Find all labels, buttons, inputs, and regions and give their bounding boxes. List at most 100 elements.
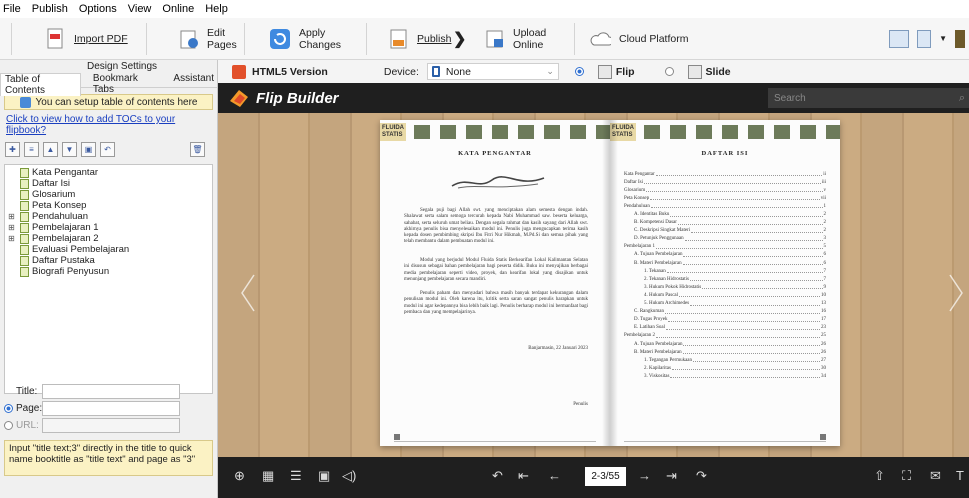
flip-label[interactable]: Flip	[616, 66, 635, 78]
daftar-isi-row[interactable]: Peta Konsep vii	[624, 194, 826, 202]
forward-icon[interactable]: ↷	[696, 468, 707, 484]
toc-tree-item[interactable]: Evaluasi Pembelajaran	[7, 244, 212, 255]
daftar-isi-row[interactable]: D. Tugas Proyek 17	[624, 316, 826, 324]
toc-tree-item[interactable]: Daftar Pustaka	[7, 255, 212, 266]
search-icon[interactable]: ⌕	[959, 92, 965, 105]
apply-changes-button[interactable]: Apply Changes	[245, 22, 367, 55]
daftar-isi-page: 23	[821, 325, 826, 331]
device-select[interactable]: None ⌄	[426, 63, 559, 80]
flipbook-search[interactable]: Search ⌕	[768, 88, 969, 108]
last-page-icon[interactable]: ⇥	[666, 468, 677, 484]
daftar-isi-row[interactable]: Daftar Isi iii	[624, 178, 826, 186]
toc-tree-item[interactable]: ⊞ Pembelajaran 2	[7, 233, 212, 244]
back-to-start-icon[interactable]: ⇤	[518, 468, 529, 484]
indent-icon[interactable]: ≡	[24, 142, 39, 157]
import-pdf-button[interactable]: Import PDF	[12, 22, 147, 55]
text-icon[interactable]: T	[956, 468, 964, 483]
upload-online-button[interactable]: Upload Online	[477, 22, 575, 55]
flip-radio[interactable]	[574, 67, 584, 76]
slide-radio[interactable]	[664, 67, 674, 76]
open-book[interactable]: FLUIDA STATIS KATA PENGANTAR Segala puji…	[380, 120, 840, 446]
expand-icon[interactable]: ⊞	[7, 223, 16, 232]
daftar-isi-row[interactable]: A. Identitas Buku 2	[624, 210, 826, 218]
daftar-isi-row[interactable]: 1. Tegangan Permukaan 27	[624, 356, 826, 364]
toc-tree-item[interactable]: Glosarium	[7, 189, 212, 200]
title-input[interactable]	[42, 384, 180, 399]
sound-icon[interactable]: ◁)	[342, 468, 356, 484]
move-down-icon[interactable]: ▼	[62, 142, 77, 157]
publish-button[interactable]: Publish	[367, 23, 453, 55]
delete-icon[interactable]: 🗑	[190, 142, 205, 157]
daftar-isi-row[interactable]: 2. Tekanan Hidrostatis 7	[624, 275, 826, 283]
daftar-isi-row[interactable]: B. Kompetensi Dasar 2	[624, 219, 826, 227]
monitor-view-icon[interactable]	[889, 29, 910, 48]
menu-view[interactable]: View	[128, 3, 152, 15]
first-page-icon[interactable]: ↶	[492, 468, 503, 484]
cloud-platform-button[interactable]: Cloud Platform	[575, 23, 696, 55]
menu-publish[interactable]: Publish	[32, 3, 68, 15]
daftar-isi-row[interactable]: 5. Hukum Archimedes 13	[624, 300, 826, 308]
page-indicator[interactable]: 2-3/55	[585, 467, 626, 486]
menu-help[interactable]: Help	[205, 3, 228, 15]
daftar-isi-row[interactable]: 3. Hukum Pokok Hidrostatis 9	[624, 283, 826, 291]
toc-tree[interactable]: Kata Pengantar Daftar Isi Glosarium Peta Ko…	[4, 164, 213, 394]
fullscreen-icon[interactable]: ⛶	[902, 468, 911, 484]
previous-page-icon[interactable]: ←	[548, 468, 561, 483]
email-icon[interactable]: ✉	[930, 468, 941, 484]
tab-table-of-contents[interactable]: Table of Contents	[0, 73, 81, 96]
daftar-isi-row[interactable]: D. Petunjuk Penggunaan 3	[624, 235, 826, 243]
daftar-isi-row[interactable]: Pembelajaran 1 5	[624, 243, 826, 251]
add-icon[interactable]: ✚	[5, 142, 20, 157]
tab-bookmark-tabs[interactable]: Bookmark Tabs	[89, 73, 160, 96]
url-input[interactable]	[42, 418, 180, 433]
prev-page-arrow-icon[interactable]	[238, 273, 258, 313]
slide-label[interactable]: Slide	[706, 66, 731, 78]
next-page-arrow-icon[interactable]	[946, 273, 966, 313]
daftar-isi-row[interactable]: C. Rangkuman 16	[624, 308, 826, 316]
expand-icon[interactable]: ⊞	[7, 212, 16, 221]
toc-tree-item[interactable]: Kata Pengantar	[7, 167, 212, 178]
toc-tree-item[interactable]: Peta Konsep	[7, 200, 212, 211]
menu-file[interactable]: File	[3, 3, 21, 15]
import-toc-icon[interactable]: ▣	[81, 142, 96, 157]
toc-tree-item[interactable]: ⊞ Pendahuluan	[7, 211, 212, 222]
expand-icon[interactable]: ⊞	[7, 234, 16, 243]
tablet-view-icon[interactable]	[917, 29, 932, 48]
daftar-isi-page: 1	[823, 203, 827, 209]
daftar-isi-row[interactable]: Kata Pengantar ii	[624, 170, 826, 178]
daftar-isi-row[interactable]: Glosarium v	[624, 186, 826, 194]
daftar-isi-row[interactable]: A. Tujuan Pembelajaran 6	[624, 251, 826, 259]
edit-pages-button[interactable]: Edit Pages	[147, 22, 245, 55]
table-of-contents-icon[interactable]: ☰	[290, 468, 302, 484]
thumbnails-icon[interactable]: ▦	[262, 468, 274, 484]
page-input[interactable]	[42, 401, 180, 416]
next-page-icon[interactable]: →	[638, 468, 651, 483]
toc-howto-link[interactable]: Click to view how to add TOCs to your fl…	[6, 114, 217, 136]
tab-assistant[interactable]: Assistant	[169, 73, 218, 96]
daftar-isi-row[interactable]: C. Deskripsi Singkat Materi 2	[624, 227, 826, 235]
daftar-isi-row[interactable]: B. Materi Pembelajaran 26	[624, 348, 826, 356]
zoom-in-icon[interactable]: ⊕	[234, 468, 245, 484]
share-icon[interactable]: ⇧	[874, 468, 885, 484]
daftar-isi-row[interactable]: 3. Viskositas 34	[624, 372, 826, 380]
theme-icon[interactable]	[955, 29, 965, 48]
daftar-isi-row[interactable]: E. Latihan Soal 23	[624, 324, 826, 332]
menu-online[interactable]: Online	[162, 3, 194, 15]
daftar-isi-row[interactable]: Pembelajaran 2 25	[624, 332, 826, 340]
dropdown-arrow-icon[interactable]: ▼	[939, 34, 947, 43]
daftar-isi-row[interactable]: 4. Hukum Pascal 10	[624, 291, 826, 299]
toc-tree-item[interactable]: ⊞ Pembelajaran 1	[7, 222, 212, 233]
toc-tree-item[interactable]: Biografi Penyusun	[7, 266, 212, 277]
daftar-isi-row[interactable]: Pendahuluan 1	[624, 202, 826, 210]
daftar-isi-row[interactable]: B. Materi Pembelajaran 6	[624, 259, 826, 267]
html5-version-label[interactable]: HTML5 Version	[252, 66, 328, 78]
toc-tree-item[interactable]: Daftar Isi	[7, 178, 212, 189]
menu-options[interactable]: Options	[79, 3, 117, 15]
undo-icon[interactable]: ↶	[100, 142, 115, 157]
slideshow-icon[interactable]: ▣	[318, 468, 330, 484]
tab-design-settings[interactable]: Design Settings	[87, 61, 157, 72]
daftar-isi-row[interactable]: A. Tujuan Pembelajaran 26	[624, 340, 826, 348]
daftar-isi-row[interactable]: 1. Tekanan 7	[624, 267, 826, 275]
daftar-isi-row[interactable]: 2. Kapilaritas 30	[624, 364, 826, 372]
move-up-icon[interactable]: ▲	[43, 142, 58, 157]
